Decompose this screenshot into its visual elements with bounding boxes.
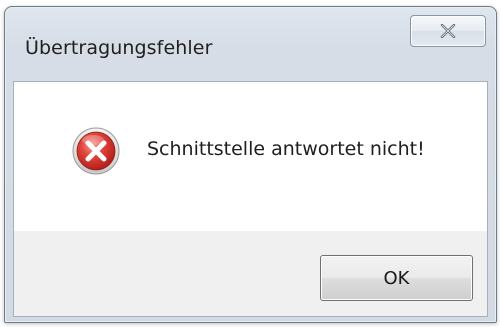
close-icon (440, 24, 456, 38)
title-bar[interactable]: Übertragungsfehler (5, 7, 496, 81)
close-button[interactable] (410, 15, 486, 47)
error-message: Schnittstelle antwortet nicht! (147, 138, 425, 160)
window-title: Übertragungsfehler (25, 37, 213, 59)
dialog-client-area: Schnittstelle antwortet nicht! OK (13, 81, 488, 317)
ok-button[interactable]: OK (320, 255, 473, 301)
error-icon (72, 127, 120, 175)
error-dialog: Übertragungsfehler Schnittstelle antwort… (4, 6, 497, 323)
message-area: Schnittstelle antwortet nicht! (14, 82, 487, 231)
button-bar: OK (14, 231, 487, 316)
